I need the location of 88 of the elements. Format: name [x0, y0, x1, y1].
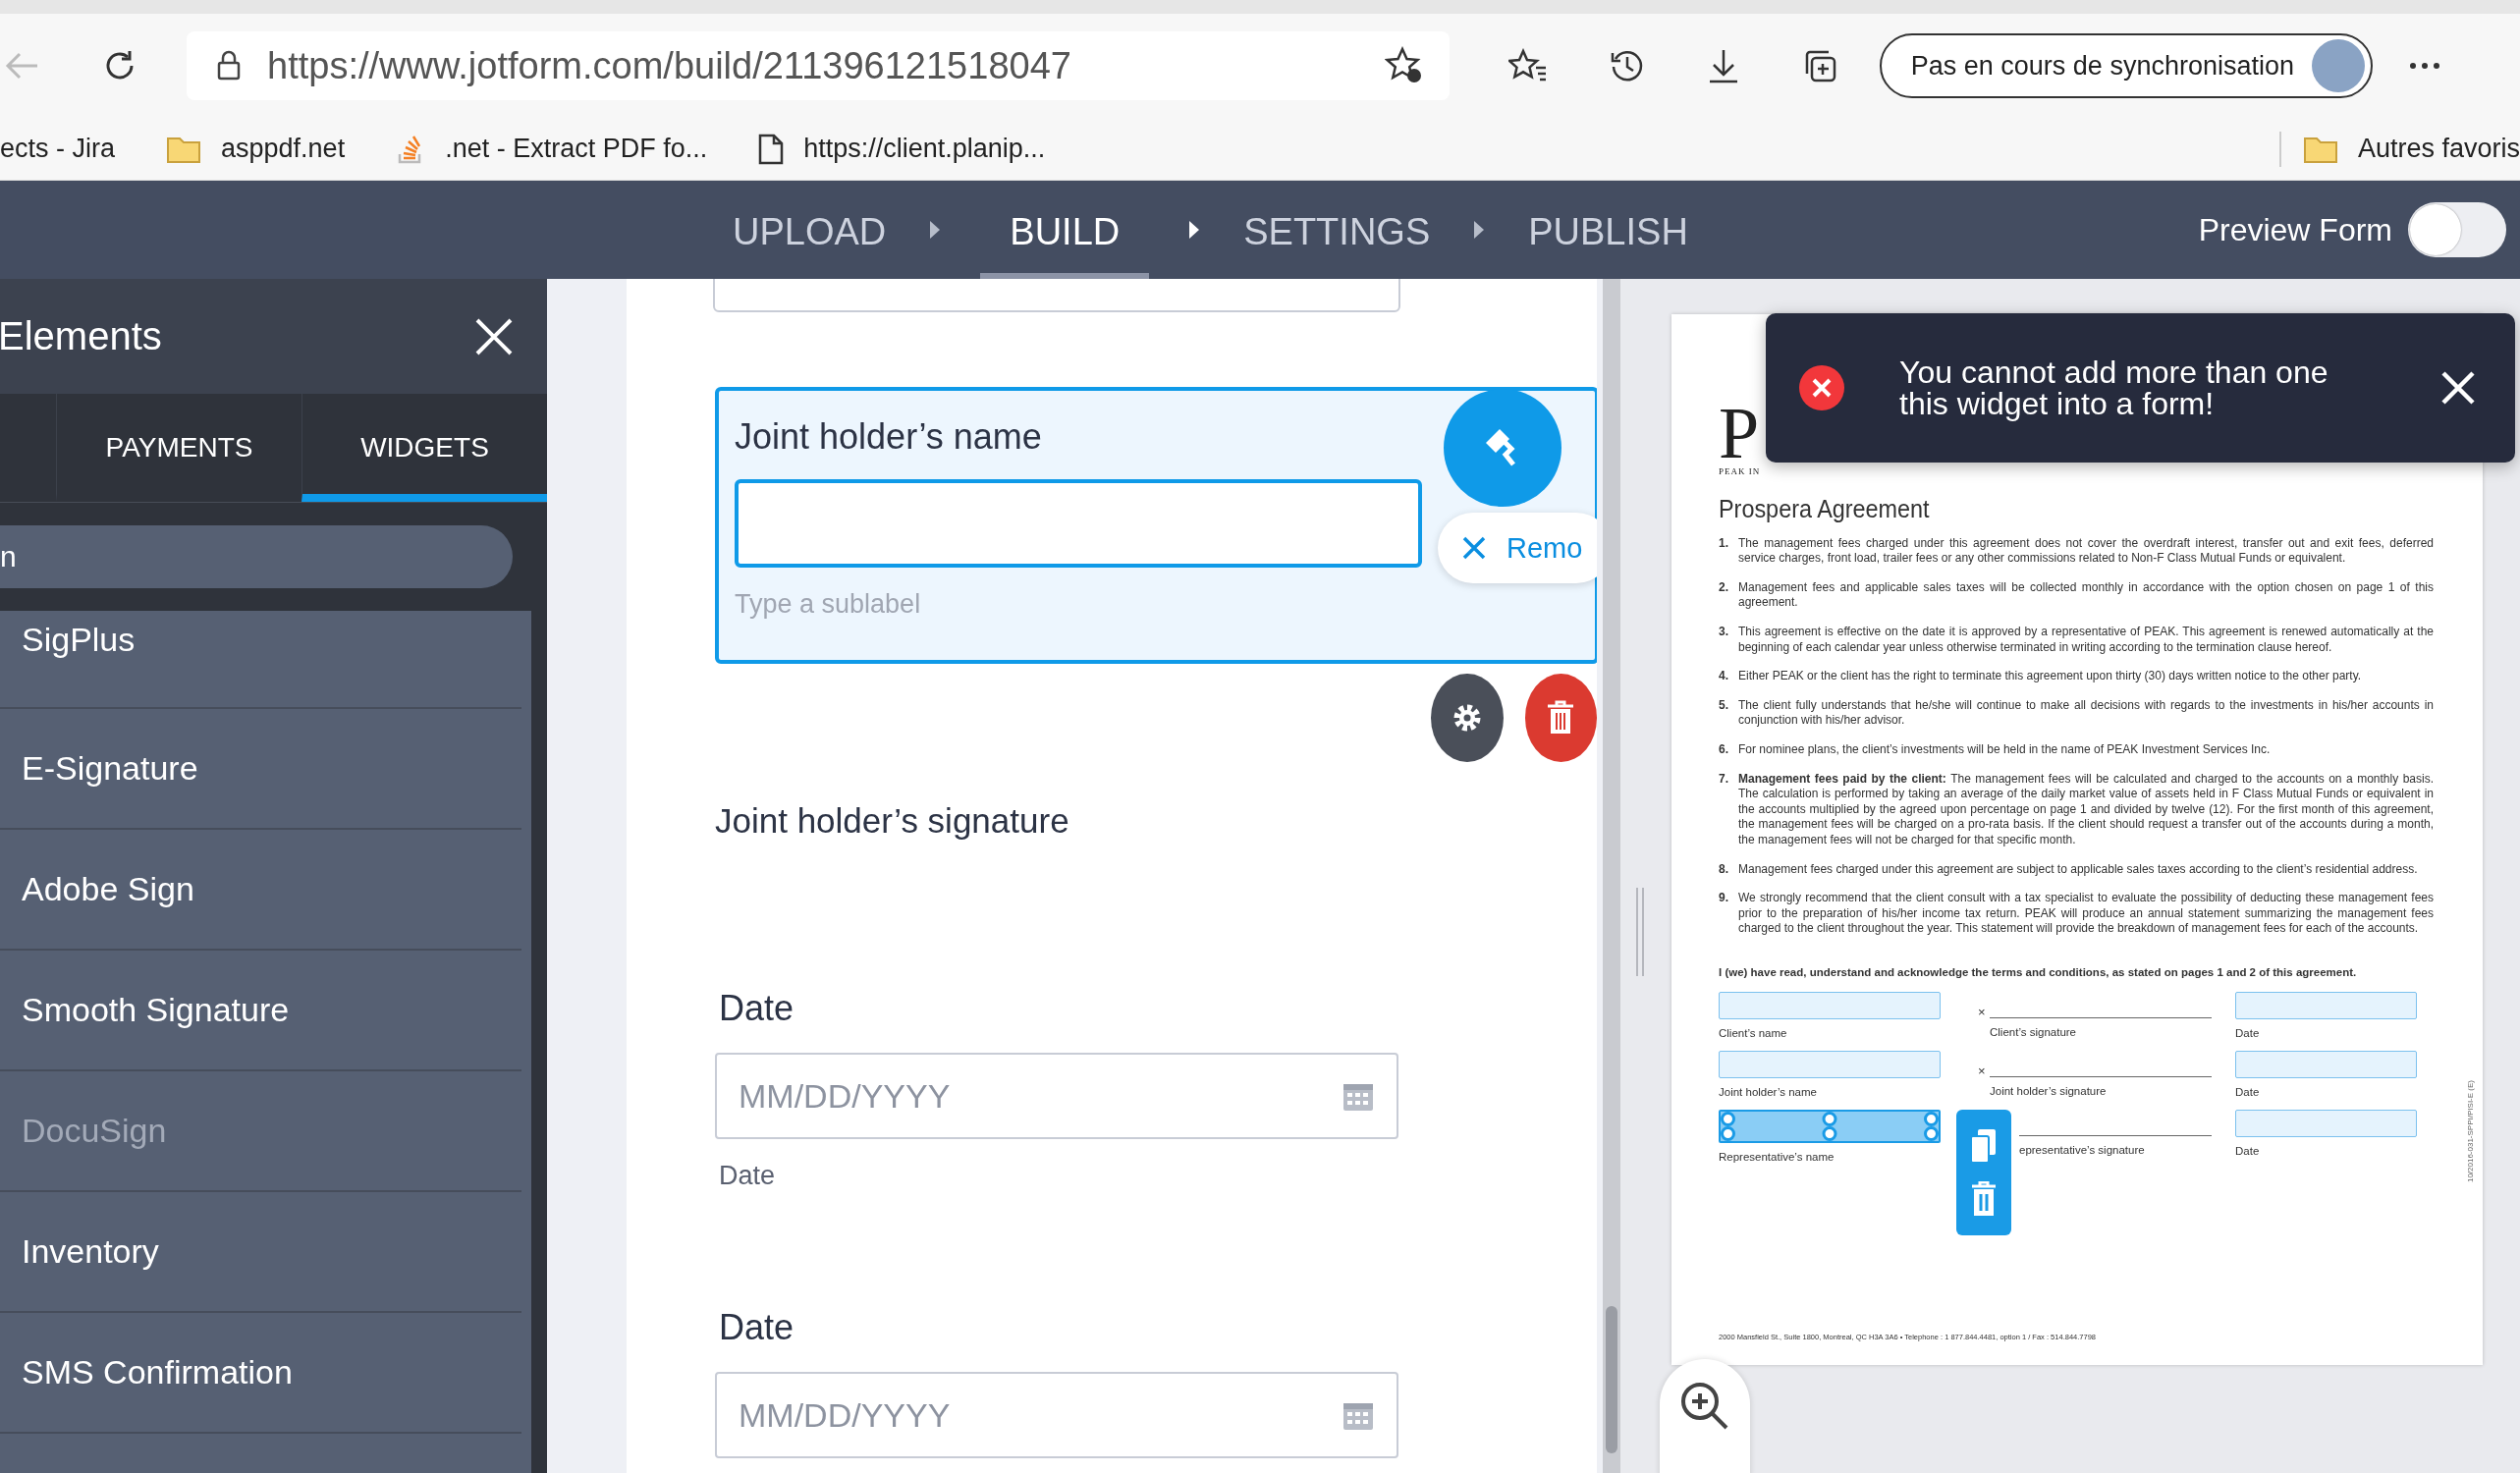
sublabel-placeholder: Type a sublabel [735, 589, 922, 620]
form-code: 10/2016-031-SPPI/PISI-E (E) [2467, 1080, 2475, 1183]
clause-text: The client fully understands that he/she will continue to make all decisions with regards to the investments in his/her accounts in conjunction with his/her advisor. [1738, 697, 2434, 729]
chevron-icon [1188, 220, 1201, 240]
document-title: Prospera Agreement [1719, 493, 1931, 524]
field-label: Joint holder’s name [735, 416, 1042, 458]
more-icon[interactable] [2408, 61, 2441, 71]
date-field[interactable] [2235, 991, 2417, 1019]
signature-line[interactable] [2019, 1134, 2212, 1136]
chevron-icon [929, 220, 942, 240]
clause-number: 3. [1719, 624, 1729, 640]
resize-handle[interactable] [1636, 888, 1644, 976]
bookmark[interactable]: asppdf.net [166, 134, 346, 164]
profile-avatar [2312, 39, 2365, 92]
panel-tab[interactable]: PAYMENTS [56, 394, 301, 502]
clause-text: We strongly recommend that the client consult with a tax specialist to evaluate the possibility of deducting these management fees prior to the preparation of his/her income tax return. PEAK will produce an annual statement summarizing the management fees charged to the client throughout the year. This statement will provide the breakdown of management fees for each of the accounts. [1738, 891, 2434, 937]
name-label: Client’s name [1719, 1026, 1788, 1039]
clause-text: For nominee plans, the client’s investments will be held in the name of PEAK Investment Services Inc. [1738, 741, 2272, 758]
step-tab[interactable]: SETTINGS [1239, 181, 1435, 279]
bookmark[interactable]: ects - Jira [0, 134, 116, 164]
other-favorites[interactable]: Autres favoris [2302, 134, 2520, 164]
scrollbar[interactable] [1603, 279, 1620, 1473]
clause-number: 2. [1719, 579, 1729, 596]
logo-caption: PEAK IN [1719, 465, 1762, 476]
bookmark[interactable]: .net - Extract PDF fo... [396, 134, 708, 164]
signature-line[interactable] [1989, 1075, 2212, 1077]
date-field[interactable] [2235, 1050, 2417, 1078]
date-field[interactable] [2235, 1109, 2417, 1137]
url-text: https://www.jotform.com/build/211396121518047 [267, 44, 1072, 87]
input-field[interactable] [735, 479, 1422, 568]
acknowledgment-text: I (we) have read, understand and acknowledge the terms and conditions, as stated on pages 1 and 2 of this agreement. [1719, 965, 2358, 978]
clause-text: Management fees charged under this agreement are subject to applicable sales taxes according to the client’s residential address. [1738, 861, 2419, 878]
date-label: Date [2235, 1085, 2261, 1098]
field-label: Joint holder’s signature [715, 801, 1070, 841]
bookmark[interactable]: https://client.planip... [758, 133, 1046, 165]
name-label: Representative’s name [1719, 1150, 1835, 1163]
name-label: Joint holder’s name [1719, 1085, 1818, 1098]
sync-status-button[interactable]: Pas en cours de synchronisation [1879, 33, 2373, 98]
address-bar[interactable]: https://www.jotform.com/build/211396121518047 [187, 31, 1450, 100]
field-label: Date [719, 1307, 794, 1348]
trash-icon [1546, 700, 1576, 736]
clause-text: Management fees paid by the client: The management fees will be calculated and charged to the accounts on a monthly basis. The calculation is performed by taking an average of the daily market value of assets held in F Class Mutual Funds or equivalent in the accounts multiplied by the agreed upon percentage on page 1 and divided by twelve (12). For the first month of this agreement, the management fees will be charged on a pro-rata basis. If the client should request a transfer out of the accounts during a month, the management fees will not be charged for that specific month. [1738, 771, 2434, 848]
step-tab[interactable]: UPLOAD [729, 181, 891, 279]
date-label: Date [2235, 1026, 2261, 1039]
clause-text: Management fees and applicable sales taxes will be collected monthly in accordance with the option chosen on page 1 of this agreement. [1738, 579, 2434, 611]
page-icon [758, 133, 785, 165]
copy-icon[interactable] [1970, 1127, 1998, 1164]
clause-text: Either PEAK or the client has the right to terminate this agreement upon thirty (30) days written notice to the other party. [1738, 669, 2363, 684]
toast-message: You cannot add more than one this widget into a form! [1899, 356, 2329, 419]
date-label: Date [2235, 1144, 2261, 1157]
form-field-card[interactable]: Joint holder’s name Type a sublabel Remo [715, 387, 1597, 664]
field-label: Date [719, 988, 794, 1029]
name-field[interactable] [1719, 991, 1941, 1019]
preview-form-label: Preview Form [2198, 211, 2392, 248]
clause-number: 5. [1719, 697, 1729, 714]
signature-label: Joint holder’s signature [1990, 1084, 2108, 1097]
clause-text: The management fees charged under this agreement does not cover the overdraft interest, transfer out and exit fees, deferred service charges, front load, trailer fees or any other commissions related to Non-F Class Mutual Funds or equivalent. [1738, 535, 2434, 567]
step-tab[interactable]: PUBLISH [1524, 181, 1692, 279]
remove-button[interactable]: Remo [1438, 513, 1597, 583]
clause-number: 1. [1719, 535, 1729, 552]
close-icon [1461, 535, 1487, 561]
signature-mark: × [1978, 1064, 1986, 1077]
error-icon [1799, 365, 1844, 410]
clause-number: 9. [1719, 891, 1729, 907]
search-field[interactable]: n [0, 525, 513, 588]
close-icon[interactable] [2440, 370, 2476, 406]
name-field[interactable] [1719, 1109, 1941, 1143]
signature-label: Client’s signature [1990, 1025, 2077, 1038]
name-field[interactable] [1719, 1050, 1941, 1078]
zoom-in-button[interactable] [1660, 1359, 1750, 1473]
signature-line[interactable] [1989, 1016, 2212, 1018]
clause-text: This agreement is effective on the date it is approved by a representative of PEAK. This agreement is renewed automatically at the beginning of each calendar year unless otherwise terminated in writing according to the termination clause hereof. [1738, 624, 2434, 656]
add-favorite-icon[interactable] [1384, 46, 1424, 85]
clause-number: 6. [1719, 741, 1729, 758]
trash-icon[interactable] [1971, 1180, 1997, 1217]
chevron-icon [1473, 220, 1486, 240]
preview-toggle[interactable] [2408, 202, 2506, 257]
close-icon[interactable] [474, 316, 514, 356]
clause-number: 8. [1719, 861, 1729, 878]
favorites-icon[interactable] [1507, 48, 1548, 83]
panel-title: Elements [0, 314, 162, 358]
signature-label: epresentative’s signature [2019, 1143, 2146, 1156]
sublabel: Date [719, 1161, 777, 1191]
signature-mark: × [1978, 1005, 1986, 1018]
lock-icon [216, 50, 242, 82]
clause-number: 7. [1719, 771, 1729, 788]
clause-number: 4. [1719, 669, 1729, 684]
logo-letter: P [1719, 401, 1761, 466]
